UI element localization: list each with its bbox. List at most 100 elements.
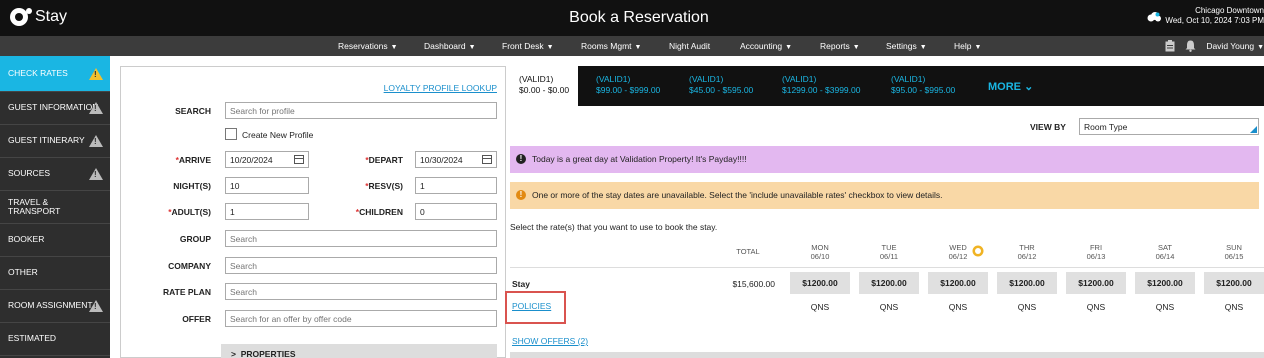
view-by-value: Room Type: [1084, 122, 1128, 132]
nav-label: Rooms Mgmt: [581, 41, 632, 51]
warning-icon: !: [89, 168, 103, 180]
view-by-select[interactable]: Room Type: [1079, 118, 1259, 135]
sidebar-item-check-rates[interactable]: CHECK RATES!: [0, 56, 110, 92]
nav-label: Dashboard: [424, 41, 466, 51]
nav-settings[interactable]: Settings ▼: [886, 41, 927, 51]
sidebar-item-travel-transport[interactable]: TRAVEL & TRANSPORT: [0, 191, 110, 224]
show-offers-link[interactable]: SHOW OFFERS (2): [512, 336, 588, 346]
total-column-header: TOTAL: [736, 247, 760, 256]
rate-tab[interactable]: (VALID1) $99.00 - $999.00: [596, 74, 660, 96]
daily-rate-cell[interactable]: $1200.00: [1204, 272, 1264, 294]
warning-icon: !: [89, 102, 103, 114]
daily-rate-cell[interactable]: $1200.00: [997, 272, 1057, 294]
nav-accounting[interactable]: Accounting ▼: [740, 41, 792, 51]
sidebar-item-room-assignment[interactable]: ROOM ASSIGNMENT!: [0, 290, 110, 323]
rate-tab-range: $95.00 - $995.00: [891, 85, 956, 95]
sidebar-item-label: GUEST ITINERARY: [8, 135, 85, 146]
children-input[interactable]: [415, 203, 497, 220]
children-label-text: CHILDREN: [359, 207, 403, 217]
chevron-down-icon: ▼: [919, 44, 927, 51]
sidebar-item-estimated[interactable]: ESTIMATED: [0, 323, 110, 356]
rate-tab[interactable]: (VALID1) $0.00 - $0.00: [510, 66, 579, 106]
policies-link[interactable]: POLICIES: [512, 301, 551, 311]
availability-code: QNS: [948, 302, 968, 312]
warning-icon: !: [89, 135, 103, 147]
properties-section-toggle[interactable]: > PROPERTIES: [221, 344, 497, 358]
loyalty-profile-lookup-link[interactable]: LOYALTY PROFILE LOOKUP: [384, 83, 497, 93]
group-search-input[interactable]: [225, 230, 497, 247]
availability-code: QNS: [1224, 302, 1244, 312]
property-datetime: Wed, Oct 10, 2024 7:03 PM: [1165, 16, 1264, 25]
nav-right: David Young ▼: [1165, 36, 1264, 56]
view-by-label: VIEW BY: [1030, 122, 1066, 132]
sidebar-item-guest-information[interactable]: GUEST INFORMATION!: [0, 92, 110, 125]
nav-label: Reports: [820, 41, 850, 51]
nav-label: Night Audit: [669, 41, 711, 51]
nav-front-desk[interactable]: Front Desk ▼: [502, 41, 554, 51]
rate-tab[interactable]: (VALID1) $95.00 - $995.00: [891, 74, 955, 96]
bell-icon[interactable]: [1185, 40, 1196, 52]
rate-tab-name: (VALID1): [689, 74, 724, 84]
chevron-down-icon: ▼: [852, 44, 860, 51]
nav-rooms-mgmt[interactable]: Rooms Mgmt ▼: [581, 41, 641, 51]
offers-section-bar: [510, 352, 1264, 358]
create-profile-label: Create New Profile: [242, 130, 314, 140]
rate-plan-search-input[interactable]: [225, 283, 497, 300]
day-name: SAT: [1157, 243, 1173, 252]
sidebar-item-booker[interactable]: BOOKER: [0, 224, 110, 257]
policies-highlight: POLICIES: [505, 291, 566, 324]
company-search-input[interactable]: [225, 257, 497, 274]
adults-label-text: ADULT(S): [171, 207, 212, 217]
dropdown-corner-icon: [1250, 126, 1257, 133]
search-form-panel: LOYALTY PROFILE LOOKUP SEARCH Create New…: [120, 66, 506, 358]
rate-plan-label: RATE PLAN: [162, 287, 211, 297]
sidebar-item-other[interactable]: OTHER: [0, 257, 110, 290]
nav-dashboard[interactable]: Dashboard ▼: [424, 41, 476, 51]
sidebar-item-label: TRAVEL & TRANSPORT: [8, 196, 61, 216]
calendar-icon[interactable]: [482, 155, 492, 164]
create-profile-checkbox[interactable]: [225, 128, 237, 140]
adults-label: *ADULT(S): [168, 207, 211, 217]
rate-tab[interactable]: (VALID1) $1299.00 - $3999.00: [782, 74, 860, 96]
chevron-down-icon: ▼: [634, 44, 642, 51]
calendar-icon[interactable]: [294, 155, 304, 164]
more-tabs-button[interactable]: MORE ⌄: [988, 80, 1033, 93]
day-date: 06/10: [810, 252, 830, 261]
sidebar-item-sources[interactable]: SOURCES!: [0, 158, 110, 191]
warning-icon: !: [89, 67, 103, 80]
exclamation-icon: !: [516, 154, 526, 164]
nav-night-audit[interactable]: Night Audit: [669, 41, 710, 51]
day-name: SUN: [1226, 243, 1242, 252]
day-name: TUE: [881, 243, 897, 252]
sidebar-item-label: ESTIMATED: [8, 333, 57, 344]
day-column-header: TUE 06/11: [859, 243, 919, 261]
daily-rate-cell[interactable]: $1200.00: [859, 272, 919, 294]
children-label: *CHILDREN: [355, 207, 403, 217]
warning-alert: ! One or more of the stay dates are unava…: [510, 182, 1259, 209]
nav-help[interactable]: Help ▼: [954, 41, 981, 51]
daily-rate-cell[interactable]: $1200.00: [928, 272, 988, 294]
nav-reservations[interactable]: Reservations ▼: [338, 41, 398, 51]
profile-search-input[interactable]: [225, 102, 497, 119]
sidebar-item-label: OTHER: [8, 267, 38, 278]
nav-reports[interactable]: Reports ▼: [820, 41, 860, 51]
nights-input[interactable]: [225, 177, 309, 194]
offer-code-input[interactable]: [225, 310, 497, 327]
resv-input[interactable]: [415, 177, 497, 194]
depart-date-input[interactable]: 10/30/2024: [415, 151, 497, 168]
special-day-icon: [972, 245, 984, 257]
rate-tab-name: (VALID1): [782, 74, 817, 84]
daily-rate-cell[interactable]: $1200.00: [790, 272, 850, 294]
daily-rate-cell[interactable]: $1200.00: [1135, 272, 1195, 294]
daily-rate-cell[interactable]: $1200.00: [1066, 272, 1126, 294]
rate-tab[interactable]: (VALID1) $45.00 - $595.00: [689, 74, 753, 96]
sidebar-item-label: SOURCES: [8, 168, 51, 179]
sidebar-item-guest-itinerary[interactable]: GUEST ITINERARY!: [0, 125, 110, 158]
arrive-date-input[interactable]: 10/20/2024: [225, 151, 309, 168]
adults-input[interactable]: [225, 203, 309, 220]
user-menu[interactable]: David Young ▼: [1206, 41, 1264, 51]
resv-label: *RESV(S): [365, 181, 403, 191]
clipboard-icon[interactable]: [1165, 40, 1175, 52]
day-date: 06/15: [1224, 252, 1244, 261]
nav-label: Front Desk: [502, 41, 544, 51]
